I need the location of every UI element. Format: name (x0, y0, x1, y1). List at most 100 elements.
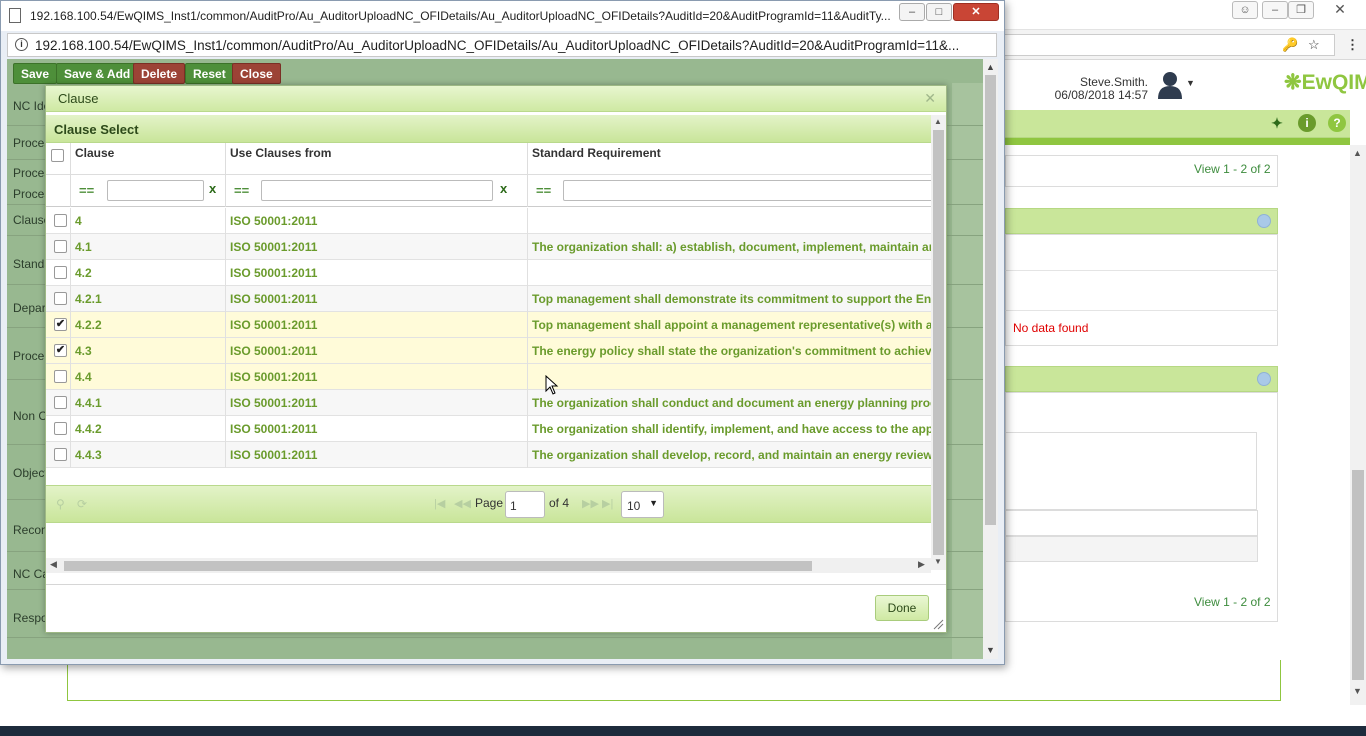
done-button[interactable]: Done (875, 595, 929, 621)
chevron-down-icon: ▼ (649, 498, 658, 508)
grid-horizontal-scrollbar[interactable]: ◀ ▶ (46, 558, 931, 573)
table-row[interactable]: 4.4 ISO 50001:2011 (46, 364, 931, 390)
help-icon[interactable]: ? (1328, 114, 1346, 132)
save-and-add-button[interactable]: Save & Add (56, 63, 139, 84)
row-checkbox[interactable] (54, 370, 67, 383)
menu-icon[interactable]: ⋮ (1346, 37, 1359, 53)
row-checkbox[interactable] (54, 214, 67, 227)
table-row[interactable]: 4 ISO 50001:2011 (46, 208, 931, 234)
next-page-icon[interactable]: ▶▶ (582, 497, 599, 510)
row-checkbox[interactable] (54, 448, 67, 461)
prev-page-icon[interactable]: ◀◀ (454, 497, 471, 510)
grid-pager: ⚲ ⟳ |◀ ◀◀ Page 1 of 4 ▶▶ ▶| 10 ▼ (46, 485, 931, 523)
column-header-use-clauses-from[interactable]: Use Clauses from (226, 143, 528, 175)
row-checkbox[interactable]: ✔ (54, 318, 67, 331)
clause-cell-text: 4.1 (75, 240, 92, 254)
page-scrollbar[interactable]: ▲ ▼ (1350, 145, 1366, 705)
info-icon[interactable]: i (1298, 114, 1316, 132)
source-cell: ISO 50001:2011 (226, 416, 528, 442)
avatar-icon[interactable] (1155, 69, 1185, 99)
table-row[interactable]: 4.4.1 ISO 50001:2011 The organization shal… (46, 390, 931, 416)
section-band-2 (1005, 366, 1278, 392)
view-count-top: View 1 - 2 of 2 (1194, 162, 1271, 176)
resize-grip-icon[interactable] (932, 618, 944, 630)
scroll-left-icon[interactable]: ◀ (50, 559, 57, 570)
close-window-button[interactable]: ✕ (953, 3, 999, 21)
popup-address-bar[interactable]: i 192.168.100.54/EwQIMS_Inst1/common/Aud… (7, 33, 997, 57)
column-header-standard-requirement[interactable]: Standard Requirement (528, 143, 931, 175)
page-size-select[interactable]: 10 ▼ (621, 491, 664, 518)
scroll-right-icon[interactable]: ▶ (918, 559, 925, 570)
row-checkbox[interactable]: ✔ (54, 344, 67, 357)
row-checkbox[interactable] (54, 240, 67, 253)
form-label: Recon (13, 523, 48, 537)
row-checkbox[interactable] (54, 422, 67, 435)
scrollbar-thumb[interactable] (64, 561, 812, 571)
save-button[interactable]: Save (13, 63, 58, 84)
table-row[interactable]: 4.4.3 ISO 50001:2011 The organization shal… (46, 442, 931, 468)
column-header-clause[interactable]: Clause (71, 143, 226, 175)
requirement-cell: The organization shall develop, record, … (528, 442, 931, 468)
key-icon[interactable]: 🔑 (1282, 37, 1298, 53)
scroll-down-icon[interactable]: ▼ (934, 557, 942, 566)
user-menu-caret-icon[interactable]: ▼ (1186, 78, 1195, 88)
row-select-cell (46, 390, 71, 416)
clear-filter-button[interactable]: x (500, 181, 507, 196)
table-row[interactable]: 4.2 ISO 50001:2011 (46, 260, 931, 286)
outer-form-frame (67, 660, 1281, 701)
close-icon[interactable]: ✕ (1327, 1, 1353, 19)
row-checkbox[interactable] (54, 292, 67, 305)
search-icon[interactable]: ⚲ (56, 497, 65, 511)
scroll-up-icon[interactable]: ▲ (986, 62, 995, 72)
table-row[interactable]: ✔ 4.3 ISO 50001:2011 The energy policy shal… (46, 338, 931, 364)
clause-cell-text: 4.2 (75, 266, 92, 280)
dialog-close-icon[interactable]: ✕ (924, 90, 936, 107)
requirement-filter-input[interactable] (563, 180, 933, 201)
collapse-icon[interactable] (1257, 214, 1271, 228)
grid-vertical-scrollbar[interactable]: ▲ ▼ (931, 115, 946, 570)
profile-icon[interactable]: ☺ (1232, 1, 1258, 19)
table-row[interactable]: 4.4.2 ISO 50001:2011 The organization shal… (46, 416, 931, 442)
scrollbar-thumb[interactable] (1352, 470, 1364, 680)
form-label: Respo (13, 611, 48, 625)
clear-filter-button[interactable]: x (209, 181, 216, 196)
table-row[interactable]: ✔ 4.2.2 ISO 50001:2011 Top management shall… (46, 312, 931, 338)
column-header-label: Clause (75, 146, 115, 160)
scroll-down-icon[interactable]: ▼ (1353, 686, 1362, 696)
maximize-button[interactable]: □ (926, 3, 952, 21)
bookmark-star-icon[interactable]: ☆ (1308, 37, 1320, 53)
popup-scrollbar[interactable]: ▲ ▼ (983, 59, 998, 659)
select-all-checkbox[interactable] (51, 149, 64, 162)
filter-operator[interactable]: == (234, 183, 249, 198)
clause-cell: 4.2.1 (71, 286, 226, 312)
restore-icon[interactable]: ❐ (1288, 1, 1314, 19)
scrollbar-thumb[interactable] (985, 75, 996, 525)
page-number-input[interactable]: 1 (505, 491, 545, 518)
collapse-icon[interactable] (1257, 372, 1271, 386)
last-page-icon[interactable]: ▶| (602, 497, 613, 510)
refresh-icon[interactable]: ⟳ (77, 497, 87, 511)
scrollbar-thumb[interactable] (933, 130, 944, 555)
clause-cell: 4.4.1 (71, 390, 226, 416)
scroll-down-icon[interactable]: ▼ (986, 645, 995, 655)
minimize-button[interactable]: – (899, 3, 925, 21)
source-cell: ISO 50001:2011 (226, 442, 528, 468)
first-page-icon[interactable]: |◀ (434, 497, 445, 510)
close-button[interactable]: Close (232, 63, 281, 84)
filter-operator[interactable]: == (536, 183, 551, 198)
source-filter-input[interactable] (261, 180, 493, 201)
reset-button[interactable]: Reset (185, 63, 234, 84)
scroll-up-icon[interactable]: ▲ (1353, 148, 1362, 158)
clause-filter-input[interactable] (107, 180, 204, 201)
row-checkbox[interactable] (54, 396, 67, 409)
scroll-up-icon[interactable]: ▲ (934, 117, 942, 126)
info-icon[interactable]: i (15, 38, 28, 51)
table-row[interactable]: 4.1 ISO 50001:2011 The organization shall:… (46, 234, 931, 260)
pin-icon[interactable]: ✦ (1268, 114, 1286, 132)
minimize-icon[interactable]: – (1262, 1, 1288, 19)
row-checkbox[interactable] (54, 266, 67, 279)
filter-operator[interactable]: == (79, 183, 94, 198)
table-row[interactable]: 4.2.1 ISO 50001:2011 Top management shall … (46, 286, 931, 312)
delete-button[interactable]: Delete (133, 63, 186, 84)
grid-body: 4 ISO 50001:2011 4.1 ISO 50001:2011 The orga… (46, 208, 931, 468)
